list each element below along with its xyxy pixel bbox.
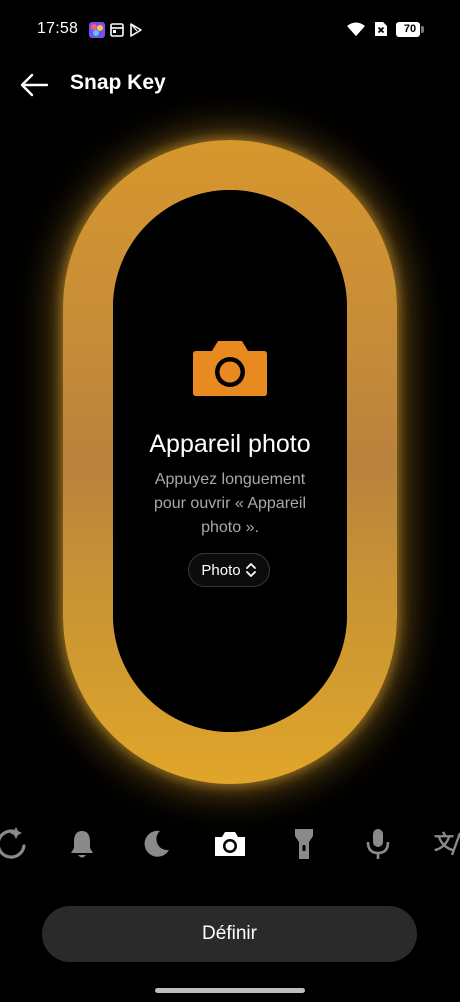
microphone-icon bbox=[366, 829, 390, 859]
action-do-not-disturb[interactable] bbox=[138, 826, 174, 862]
action-ring-mode[interactable] bbox=[64, 826, 100, 862]
calendar-notification-icon bbox=[110, 23, 124, 37]
assistant-refresh-icon bbox=[0, 827, 26, 859]
define-button[interactable]: Définir bbox=[42, 906, 417, 962]
moon-icon bbox=[144, 830, 169, 857]
back-button[interactable] bbox=[18, 70, 52, 100]
camera-icon bbox=[215, 832, 245, 856]
wifi-icon bbox=[347, 22, 365, 36]
home-indicator[interactable] bbox=[155, 988, 305, 993]
snap-key-preview-panel bbox=[113, 190, 347, 732]
play-store-notification-icon bbox=[130, 23, 142, 37]
camera-icon bbox=[193, 341, 267, 396]
battery-level: 70 bbox=[403, 22, 417, 35]
svg-text:文: 文 bbox=[434, 830, 455, 854]
app-notification-icon bbox=[89, 22, 105, 38]
flashlight-icon bbox=[295, 829, 313, 859]
action-flashlight[interactable] bbox=[286, 826, 322, 862]
action-assistant[interactable] bbox=[0, 826, 30, 862]
arrow-left-icon bbox=[20, 73, 49, 97]
bell-icon bbox=[71, 831, 93, 858]
app-header: Snap Key bbox=[0, 62, 460, 108]
action-selector: 文 bbox=[0, 826, 460, 866]
action-translate[interactable]: 文 bbox=[432, 826, 460, 862]
feature-description: Appuyez longuement pour ouvrir « Apparei… bbox=[153, 471, 307, 536]
page-title: Snap Key bbox=[70, 71, 166, 94]
notification-icons bbox=[89, 22, 143, 38]
chevron-up-down-icon bbox=[245, 563, 256, 577]
feature-title: Appareil photo bbox=[149, 430, 311, 458]
sim-blocked-icon bbox=[375, 22, 387, 36]
status-bar: 17:58 70 bbox=[0, 0, 460, 60]
camera-mode-value: Photo bbox=[201, 561, 241, 579]
camera-mode-select[interactable]: Photo bbox=[188, 553, 270, 587]
translate-icon: 文 bbox=[434, 830, 460, 856]
battery-icon: 70 bbox=[396, 21, 424, 37]
action-camera[interactable] bbox=[212, 826, 248, 862]
action-voice-recorder[interactable] bbox=[360, 826, 396, 862]
status-time: 17:58 bbox=[37, 20, 79, 37]
system-icons: 70 bbox=[346, 21, 424, 37]
